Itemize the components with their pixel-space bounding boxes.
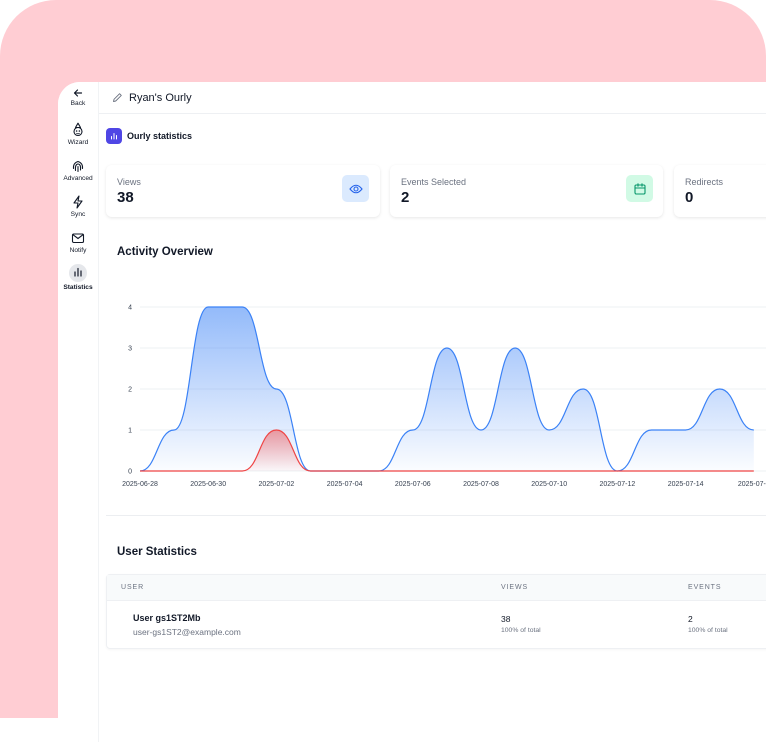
- y-tick-label: 2: [128, 387, 132, 394]
- sidebar-item-sync[interactable]: Sync: [58, 195, 98, 218]
- events-count: 2: [688, 614, 693, 624]
- views-value: 38: [117, 189, 134, 206]
- events-selected-label: Events Selected: [401, 177, 467, 187]
- user-name: User gs1ST2Mb: [133, 613, 201, 623]
- views-count: 38: [501, 614, 511, 624]
- x-tick-label: 2025-07-08: [463, 481, 499, 488]
- sidebar-item-label: Statistics: [63, 284, 93, 291]
- lightning-icon: [73, 195, 83, 209]
- x-tick-label: 2025-07-1: [738, 481, 766, 488]
- x-tick-label: 2025-06-30: [190, 481, 226, 488]
- x-tick-label: 2025-07-04: [327, 481, 363, 488]
- arrow-left-icon: [73, 89, 83, 97]
- app-window: Back Wizard Advanced Sync Notify Statist…: [58, 82, 766, 742]
- eye-icon: [342, 175, 369, 202]
- section-title: Ourly statistics: [127, 131, 193, 141]
- redirects-label: Redirects: [685, 177, 724, 187]
- column-header-views[interactable]: VIEWS: [501, 584, 528, 591]
- user-email: user-gs1ST2@example.com: [133, 627, 241, 637]
- events-selected-card: Events Selected 2: [390, 165, 663, 217]
- user-statistics-title: User Statistics: [117, 546, 197, 558]
- x-tick-label: 2025-06-28: [122, 481, 158, 488]
- activity-overview-title: Activity Overview: [117, 246, 213, 258]
- y-tick-label: 1: [128, 428, 132, 435]
- x-tick-label: 2025-07-02: [258, 481, 294, 488]
- sidebar-item-notify[interactable]: Notify: [58, 231, 98, 254]
- user-statistics-table: USER VIEWS EVENTS User gs1ST2Mb user-gs1…: [106, 574, 766, 649]
- pencil-icon[interactable]: [112, 92, 123, 103]
- calendar-icon: [626, 175, 653, 202]
- y-tick-label: 3: [128, 346, 132, 353]
- activity-chart-svg: 0 1 2 3 4 2025-06-28 2025-06-30 2025-07-02 2025-…: [122, 305, 766, 488]
- views-card: Views 38: [106, 165, 380, 217]
- x-tick-label: 2025-07-10: [531, 481, 567, 488]
- views-share: 100% of total: [501, 627, 541, 634]
- sidebar-item-label: Sync: [70, 211, 86, 218]
- redirects-value: 0: [685, 189, 694, 206]
- sidebar-item-label: Wizard: [67, 139, 89, 146]
- column-header-user[interactable]: USER: [121, 584, 144, 591]
- sidebar-item-label: Back: [70, 100, 86, 107]
- fingerprint-icon: [72, 160, 84, 173]
- bar-chart-icon: [69, 264, 87, 282]
- page-title[interactable]: Ryan's Ourly: [129, 92, 192, 104]
- column-header-events[interactable]: EVENTS: [688, 584, 721, 591]
- wizard-icon: [73, 122, 83, 137]
- mail-icon: [71, 233, 85, 244]
- x-tick-label: 2025-07-12: [599, 481, 635, 488]
- sidebar-item-label: Notify: [69, 247, 87, 254]
- sidebar: Back Wizard Advanced Sync Notify Statist…: [58, 82, 99, 742]
- x-tick-label: 2025-07-14: [668, 481, 704, 488]
- y-tick-label: 0: [128, 469, 132, 476]
- statistics-badge-icon: [106, 128, 122, 144]
- sidebar-item-statistics[interactable]: Statistics: [58, 264, 98, 291]
- sidebar-item-label: Advanced: [63, 175, 93, 182]
- table-header: USER VIEWS EVENTS: [107, 575, 766, 601]
- section-heading: Ourly statistics: [106, 128, 192, 144]
- top-bar: Ryan's Ourly: [99, 82, 766, 114]
- sidebar-item-advanced[interactable]: Advanced: [58, 159, 98, 182]
- activity-chart: 0 1 2 3 4 2025-06-28 2025-06-30 2025-07-02 2025-…: [106, 268, 766, 516]
- y-tick-label: 4: [128, 305, 132, 312]
- sidebar-item-wizard[interactable]: Wizard: [58, 122, 98, 146]
- events-share: 100% of total: [688, 627, 728, 634]
- views-label: Views: [117, 177, 141, 187]
- sidebar-item-back[interactable]: Back: [58, 88, 98, 107]
- x-tick-label: 2025-07-06: [395, 481, 431, 488]
- events-selected-value: 2: [401, 189, 410, 206]
- redirects-card: Redirects 0: [674, 165, 766, 217]
